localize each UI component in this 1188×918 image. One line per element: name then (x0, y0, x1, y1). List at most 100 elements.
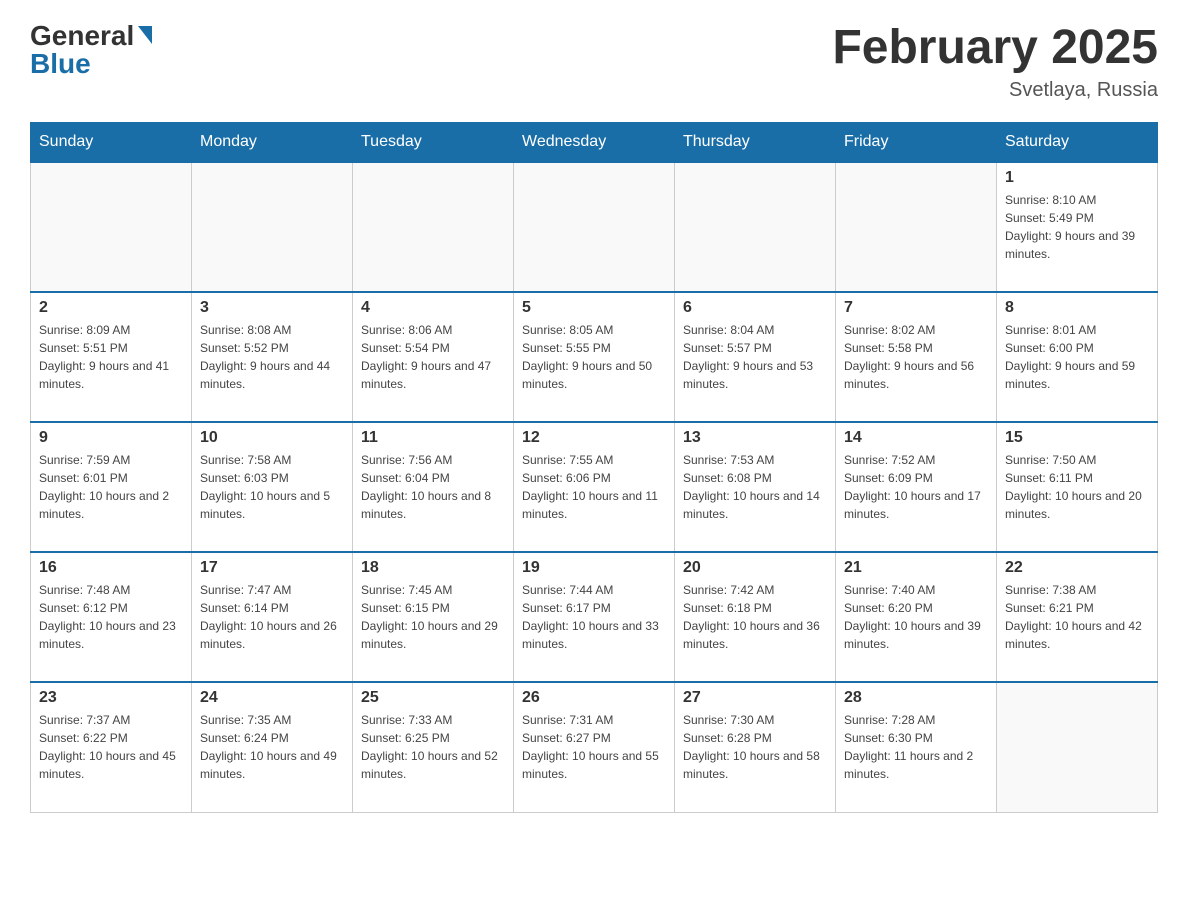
day-info: Sunrise: 7:48 AMSunset: 6:12 PMDaylight:… (39, 581, 183, 653)
day-number: 1 (1005, 169, 1149, 187)
calendar-cell: 2 Sunrise: 8:09 AMSunset: 5:51 PMDaylight… (31, 292, 192, 422)
title-section: February 2025 Svetlaya, Russia (832, 20, 1158, 102)
day-info: Sunrise: 7:30 AMSunset: 6:28 PMDaylight:… (683, 711, 827, 783)
day-info: Sunrise: 7:33 AMSunset: 6:25 PMDaylight:… (361, 711, 505, 783)
day-number: 24 (200, 689, 344, 707)
day-number: 12 (522, 429, 666, 447)
calendar-cell: 5 Sunrise: 8:05 AMSunset: 5:55 PMDaylight… (514, 292, 675, 422)
day-number: 25 (361, 689, 505, 707)
day-number: 16 (39, 559, 183, 577)
day-info: Sunrise: 7:37 AMSunset: 6:22 PMDaylight:… (39, 711, 183, 783)
logo-blue-text: Blue (30, 48, 91, 80)
calendar-cell (31, 162, 192, 292)
weekday-header-sunday: Sunday (31, 123, 192, 163)
calendar-header-row: SundayMondayTuesdayWednesdayThursdayFrid… (31, 123, 1158, 163)
month-title: February 2025 (832, 20, 1158, 75)
day-number: 10 (200, 429, 344, 447)
day-number: 9 (39, 429, 183, 447)
weekday-header-tuesday: Tuesday (353, 123, 514, 163)
day-number: 11 (361, 429, 505, 447)
day-number: 22 (1005, 559, 1149, 577)
calendar-cell: 16 Sunrise: 7:48 AMSunset: 6:12 PMDayligh… (31, 552, 192, 682)
calendar-week-5: 23 Sunrise: 7:37 AMSunset: 6:22 PMDayligh… (31, 682, 1158, 812)
calendar-cell: 26Sunrise: 7:31 AMSunset: 6:27 PMDayligh… (514, 682, 675, 812)
day-info: Sunrise: 7:53 AMSunset: 6:08 PMDaylight:… (683, 451, 827, 523)
calendar-table: SundayMondayTuesdayWednesdayThursdayFrid… (30, 122, 1158, 813)
calendar-cell: 9 Sunrise: 7:59 AMSunset: 6:01 PMDaylight… (31, 422, 192, 552)
day-info: Sunrise: 7:56 AMSunset: 6:04 PMDaylight:… (361, 451, 505, 523)
day-info: Sunrise: 7:38 AMSunset: 6:21 PMDaylight:… (1005, 581, 1149, 653)
weekday-header-monday: Monday (192, 123, 353, 163)
calendar-cell: 27 Sunrise: 7:30 AMSunset: 6:28 PMDayligh… (675, 682, 836, 812)
day-number: 4 (361, 299, 505, 317)
weekday-header-friday: Friday (836, 123, 997, 163)
location-text: Svetlaya, Russia (832, 79, 1158, 102)
calendar-cell: 1 Sunrise: 8:10 AMSunset: 5:49 PMDaylight… (997, 162, 1158, 292)
calendar-cell: 14 Sunrise: 7:52 AMSunset: 6:09 PMDayligh… (836, 422, 997, 552)
calendar-week-2: 2 Sunrise: 8:09 AMSunset: 5:51 PMDaylight… (31, 292, 1158, 422)
calendar-cell: 24 Sunrise: 7:35 AMSunset: 6:24 PMDayligh… (192, 682, 353, 812)
day-info: Sunrise: 8:04 AMSunset: 5:57 PMDaylight:… (683, 321, 827, 393)
day-number: 17 (200, 559, 344, 577)
day-number: 3 (200, 299, 344, 317)
calendar-cell: 18 Sunrise: 7:45 AMSunset: 6:15 PMDayligh… (353, 552, 514, 682)
calendar-cell: 28 Sunrise: 7:28 AMSunset: 6:30 PMDayligh… (836, 682, 997, 812)
logo-arrow-icon (138, 26, 152, 44)
day-number: 18 (361, 559, 505, 577)
day-info: Sunrise: 8:05 AMSunset: 5:55 PMDaylight:… (522, 321, 666, 393)
calendar-cell (836, 162, 997, 292)
day-number: 7 (844, 299, 988, 317)
day-number: 28 (844, 689, 988, 707)
day-info: Sunrise: 7:52 AMSunset: 6:09 PMDaylight:… (844, 451, 988, 523)
day-info: Sunrise: 8:06 AMSunset: 5:54 PMDaylight:… (361, 321, 505, 393)
day-info: Sunrise: 7:50 AMSunset: 6:11 PMDaylight:… (1005, 451, 1149, 523)
day-info: Sunrise: 7:28 AMSunset: 6:30 PMDaylight:… (844, 711, 988, 783)
day-number: 26 (522, 689, 666, 707)
logo: General Blue (30, 20, 152, 80)
calendar-cell: 19 Sunrise: 7:44 AMSunset: 6:17 PMDayligh… (514, 552, 675, 682)
day-number: 21 (844, 559, 988, 577)
day-number: 13 (683, 429, 827, 447)
day-info: Sunrise: 7:47 AMSunset: 6:14 PMDaylight:… (200, 581, 344, 653)
day-info: Sunrise: 7:45 AMSunset: 6:15 PMDaylight:… (361, 581, 505, 653)
calendar-cell: 7Sunrise: 8:02 AMSunset: 5:58 PMDaylight… (836, 292, 997, 422)
calendar-cell (192, 162, 353, 292)
day-info: Sunrise: 7:40 AMSunset: 6:20 PMDaylight:… (844, 581, 988, 653)
day-number: 15 (1005, 429, 1149, 447)
day-info: Sunrise: 8:09 AMSunset: 5:51 PMDaylight:… (39, 321, 183, 393)
day-info: Sunrise: 7:35 AMSunset: 6:24 PMDaylight:… (200, 711, 344, 783)
day-number: 14 (844, 429, 988, 447)
page-header: General Blue February 2025 Svetlaya, Rus… (30, 20, 1158, 102)
calendar-cell: 21 Sunrise: 7:40 AMSunset: 6:20 PMDayligh… (836, 552, 997, 682)
day-number: 27 (683, 689, 827, 707)
calendar-cell: 8 Sunrise: 8:01 AMSunset: 6:00 PMDaylight… (997, 292, 1158, 422)
calendar-cell: 3 Sunrise: 8:08 AMSunset: 5:52 PMDaylight… (192, 292, 353, 422)
day-number: 2 (39, 299, 183, 317)
day-number: 19 (522, 559, 666, 577)
calendar-cell: 4 Sunrise: 8:06 AMSunset: 5:54 PMDaylight… (353, 292, 514, 422)
day-info: Sunrise: 7:42 AMSunset: 6:18 PMDaylight:… (683, 581, 827, 653)
day-number: 8 (1005, 299, 1149, 317)
calendar-week-1: 1 Sunrise: 8:10 AMSunset: 5:49 PMDaylight… (31, 162, 1158, 292)
day-number: 20 (683, 559, 827, 577)
calendar-cell: 6 Sunrise: 8:04 AMSunset: 5:57 PMDaylight… (675, 292, 836, 422)
day-number: 6 (683, 299, 827, 317)
day-number: 5 (522, 299, 666, 317)
calendar-cell: 15 Sunrise: 7:50 AMSunset: 6:11 PMDayligh… (997, 422, 1158, 552)
day-info: Sunrise: 8:01 AMSunset: 6:00 PMDaylight:… (1005, 321, 1149, 393)
calendar-cell (675, 162, 836, 292)
day-info: Sunrise: 8:10 AMSunset: 5:49 PMDaylight:… (1005, 191, 1149, 263)
calendar-week-3: 9 Sunrise: 7:59 AMSunset: 6:01 PMDaylight… (31, 422, 1158, 552)
calendar-cell: 23 Sunrise: 7:37 AMSunset: 6:22 PMDayligh… (31, 682, 192, 812)
calendar-cell: 25 Sunrise: 7:33 AMSunset: 6:25 PMDayligh… (353, 682, 514, 812)
calendar-cell: 12Sunrise: 7:55 AMSunset: 6:06 PMDayligh… (514, 422, 675, 552)
day-info: Sunrise: 8:08 AMSunset: 5:52 PMDaylight:… (200, 321, 344, 393)
day-info: Sunrise: 7:44 AMSunset: 6:17 PMDaylight:… (522, 581, 666, 653)
calendar-cell: 10Sunrise: 7:58 AMSunset: 6:03 PMDayligh… (192, 422, 353, 552)
calendar-cell: 22 Sunrise: 7:38 AMSunset: 6:21 PMDayligh… (997, 552, 1158, 682)
day-info: Sunrise: 7:59 AMSunset: 6:01 PMDaylight:… (39, 451, 183, 523)
calendar-week-4: 16 Sunrise: 7:48 AMSunset: 6:12 PMDayligh… (31, 552, 1158, 682)
weekday-header-saturday: Saturday (997, 123, 1158, 163)
calendar-cell: 11 Sunrise: 7:56 AMSunset: 6:04 PMDayligh… (353, 422, 514, 552)
day-number: 23 (39, 689, 183, 707)
